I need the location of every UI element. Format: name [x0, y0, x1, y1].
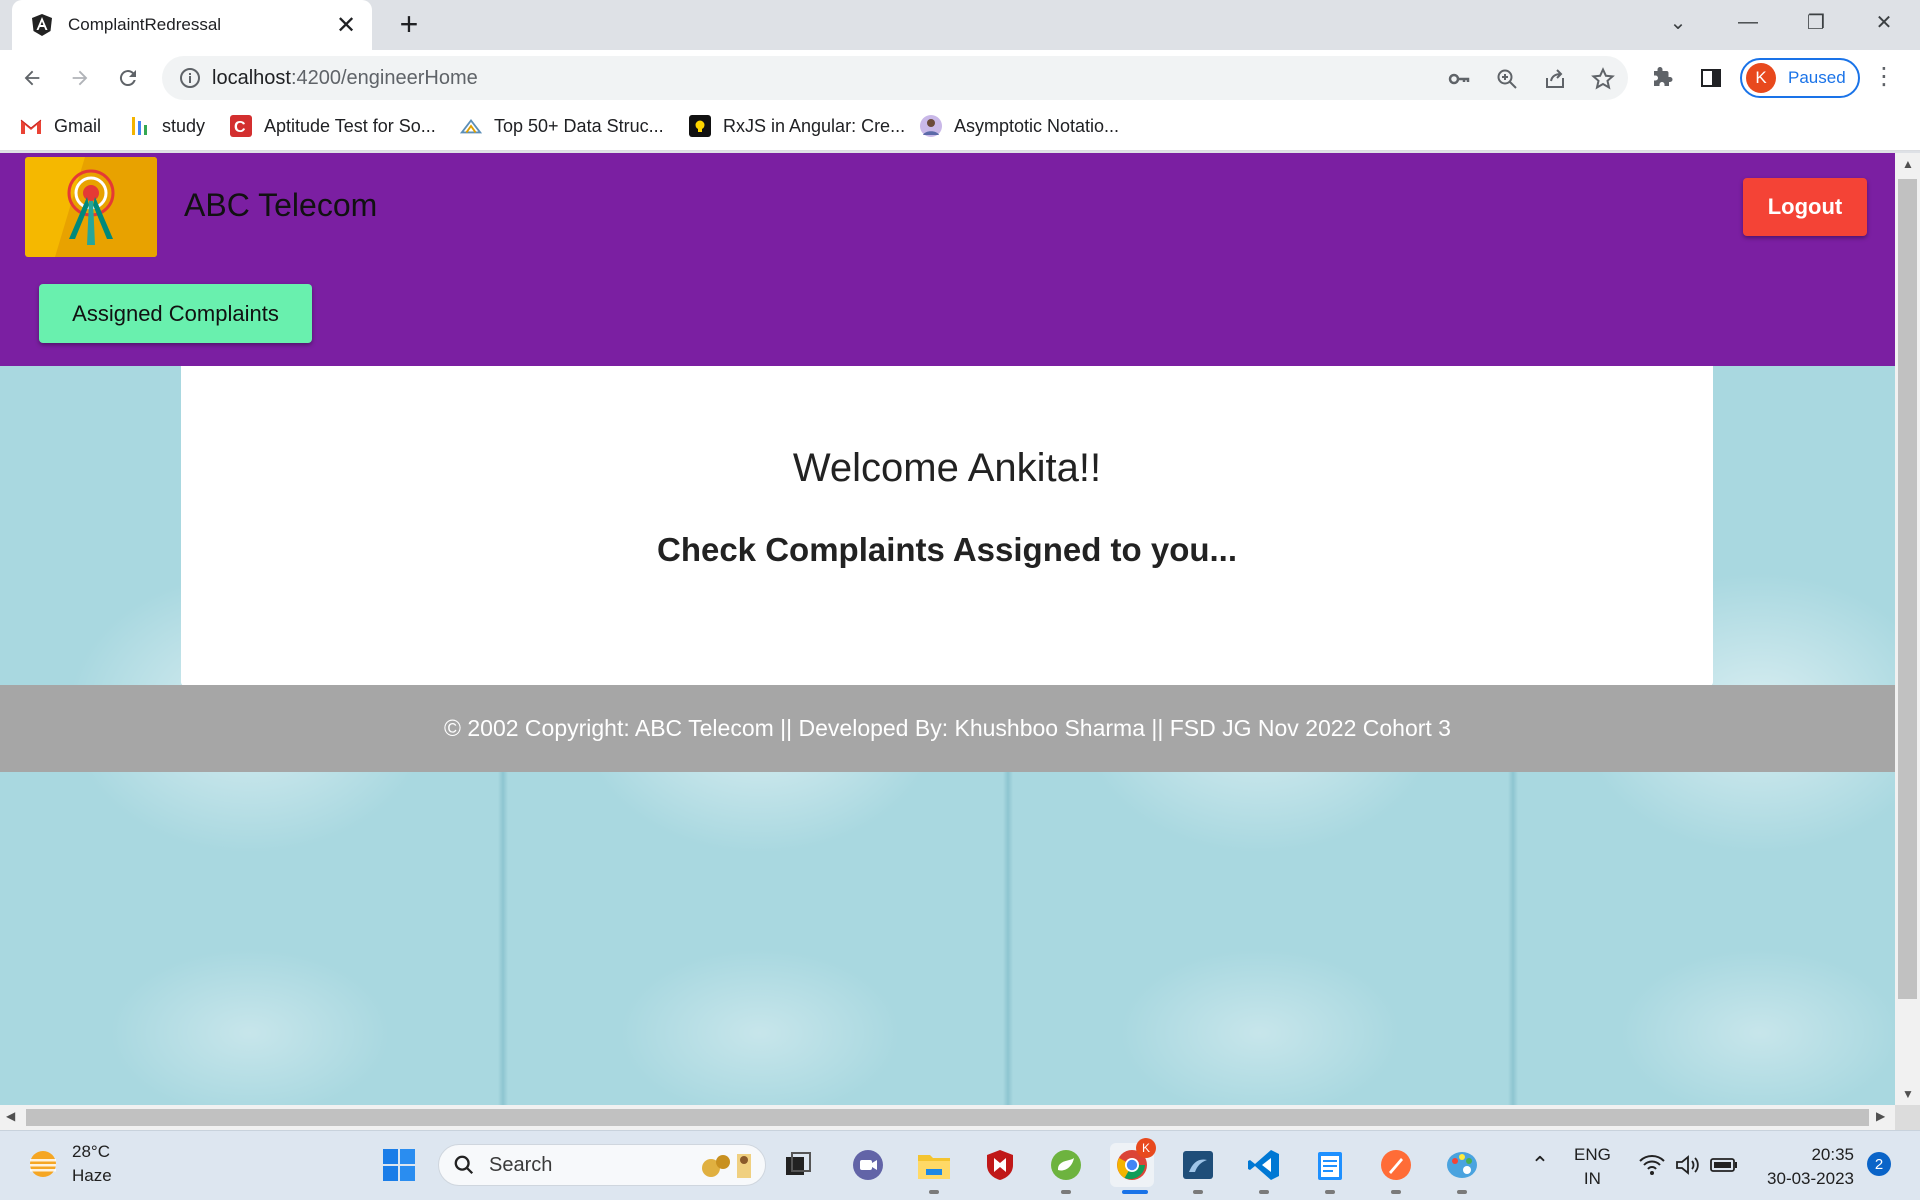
menu-icon[interactable]: ⋮ — [1872, 62, 1896, 94]
running-indicator — [1193, 1190, 1203, 1194]
aptitude-icon: C — [230, 115, 252, 137]
back-arrow-icon — [24, 70, 40, 86]
running-indicator — [1391, 1190, 1401, 1194]
bookmark-study[interactable]: study — [128, 110, 205, 142]
running-indicator — [1457, 1190, 1467, 1194]
address-bar[interactable]: localhost:4200/engineerHome — [162, 56, 1628, 100]
weather-condition: Haze — [72, 1166, 112, 1185]
share-icon[interactable] — [1542, 66, 1568, 92]
info-icon[interactable] — [178, 66, 202, 90]
side-panel-icon[interactable] — [1697, 64, 1725, 92]
notepad-icon[interactable] — [1308, 1143, 1352, 1187]
windows-start-icon[interactable] — [377, 1143, 421, 1187]
browser-tab[interactable]: ComplaintRedressal ✕ — [12, 0, 372, 50]
file-explorer-icon[interactable] — [912, 1143, 956, 1187]
rxjs-icon — [689, 115, 711, 137]
bookmark-rxjs[interactable]: RxJS in Angular: Cre... — [689, 110, 905, 142]
horizontal-scrollbar[interactable]: ◀ ▶ — [0, 1105, 1895, 1130]
abc-telecom-logo — [25, 157, 157, 257]
temperature: 28°C — [72, 1142, 110, 1161]
date: 30-03-2023 — [1767, 1169, 1854, 1188]
profile-status: Paused — [1788, 68, 1846, 87]
reload-icon — [119, 70, 136, 87]
vertical-scroll-thumb[interactable] — [1898, 179, 1917, 999]
angular-icon — [32, 14, 52, 36]
zoom-icon[interactable] — [1494, 66, 1520, 92]
assigned-complaints-button[interactable]: Assigned Complaints — [39, 284, 312, 343]
scroll-right-icon[interactable]: ▶ — [1876, 1109, 1885, 1123]
horizontal-scroll-thumb[interactable] — [26, 1109, 1869, 1126]
logout-button[interactable]: Logout — [1743, 178, 1867, 236]
language-indicator[interactable]: ENG IN — [1574, 1143, 1611, 1191]
forward-arrow-icon — [72, 70, 88, 86]
battery-icon[interactable] — [1702, 1143, 1746, 1187]
welcome-subheading: Check Complaints Assigned to you... — [656, 531, 1238, 568]
paint-icon[interactable] — [1440, 1143, 1484, 1187]
tab-search-icon[interactable]: ⌄ — [1650, 0, 1706, 44]
app-header: ABC Telecom Logout Assigned Complaints — [0, 153, 1895, 366]
active-indicator — [1122, 1190, 1148, 1194]
scroll-down-icon[interactable]: ▼ — [1902, 1087, 1914, 1101]
running-indicator — [929, 1190, 939, 1194]
footer-text: © 2002 Copyright: ABC Telecom || Develop… — [444, 715, 1451, 741]
scrollbar-corner — [1895, 1105, 1920, 1130]
close-tab-icon[interactable]: ✕ — [334, 11, 358, 40]
avatar-icon — [920, 115, 942, 137]
running-indicator — [1259, 1190, 1269, 1194]
notification-badge[interactable]: 2 — [1867, 1152, 1891, 1176]
reload-button[interactable] — [112, 62, 144, 94]
bookmark-aptitude[interactable]: C Aptitude Test for So... — [230, 110, 436, 142]
scroll-left-icon[interactable]: ◀ — [6, 1109, 15, 1123]
search-placeholder: Search — [489, 1153, 553, 1176]
profile-button[interactable]: K Paused — [1740, 58, 1860, 98]
bookmark-gmail[interactable]: Gmail — [20, 110, 101, 142]
vertical-scrollbar[interactable]: ▲ ▼ — [1895, 153, 1920, 1105]
search-icon — [454, 1155, 474, 1175]
minimize-button[interactable]: — — [1720, 0, 1776, 44]
vscode-icon[interactable] — [1242, 1143, 1286, 1187]
svg-text:C: C — [234, 119, 246, 136]
page-viewport: ABC Telecom Logout Assigned Complaints W… — [0, 153, 1895, 1105]
brand-name: ABC Telecom — [184, 187, 378, 223]
data-structures-icon — [460, 115, 482, 137]
scroll-up-icon[interactable]: ▲ — [1902, 157, 1914, 171]
gmail-icon — [20, 115, 42, 137]
close-window-button[interactable]: ✕ — [1856, 0, 1912, 44]
url-text[interactable]: localhost:4200/engineerHome — [212, 67, 478, 90]
page-footer: © 2002 Copyright: ABC Telecom || Develop… — [0, 685, 1895, 772]
mcafee-icon[interactable] — [978, 1143, 1022, 1187]
taskbar-search[interactable]: Search — [438, 1144, 766, 1186]
time: 20:35 — [1811, 1145, 1854, 1164]
welcome-card: Welcome Ankita!! Check Complaints Assign… — [181, 366, 1713, 686]
back-button[interactable] — [16, 62, 48, 94]
extensions-icon[interactable] — [1648, 64, 1676, 92]
haze-sun-icon — [30, 1151, 56, 1177]
task-view-icon[interactable] — [776, 1143, 820, 1187]
chrome-profile-badge: K — [1136, 1138, 1156, 1158]
key-icon[interactable] — [1446, 66, 1472, 92]
bookmark-data-structures[interactable]: Top 50+ Data Struc... — [460, 110, 664, 142]
study-icon — [128, 115, 150, 137]
restore-button[interactable]: ❐ — [1788, 0, 1844, 44]
welcome-heading: Welcome Ankita!! — [792, 446, 1102, 490]
running-indicator — [1325, 1190, 1335, 1194]
tab-title: ComplaintRedressal — [68, 15, 222, 34]
running-indicator — [1061, 1190, 1071, 1194]
clock[interactable]: 20:35 30-03-2023 — [1758, 1143, 1854, 1191]
new-tab-button[interactable]: + — [392, 8, 426, 42]
postman-icon[interactable] — [1374, 1143, 1418, 1187]
teams-chat-icon[interactable] — [846, 1143, 890, 1187]
bookmark-star-icon[interactable] — [1590, 66, 1616, 92]
spring-tool-icon[interactable] — [1044, 1143, 1088, 1187]
show-hidden-icons-icon[interactable]: ⌃ — [1518, 1143, 1562, 1187]
bookmark-asymptotic[interactable]: Asymptotic Notatio... — [920, 110, 1119, 142]
weather-widget[interactable]: 28°C Haze — [26, 1140, 112, 1188]
forward-button[interactable] — [64, 62, 96, 94]
avatar: K — [1746, 63, 1776, 93]
mysql-workbench-icon[interactable] — [1176, 1143, 1220, 1187]
search-highlight-icon — [702, 1154, 751, 1178]
